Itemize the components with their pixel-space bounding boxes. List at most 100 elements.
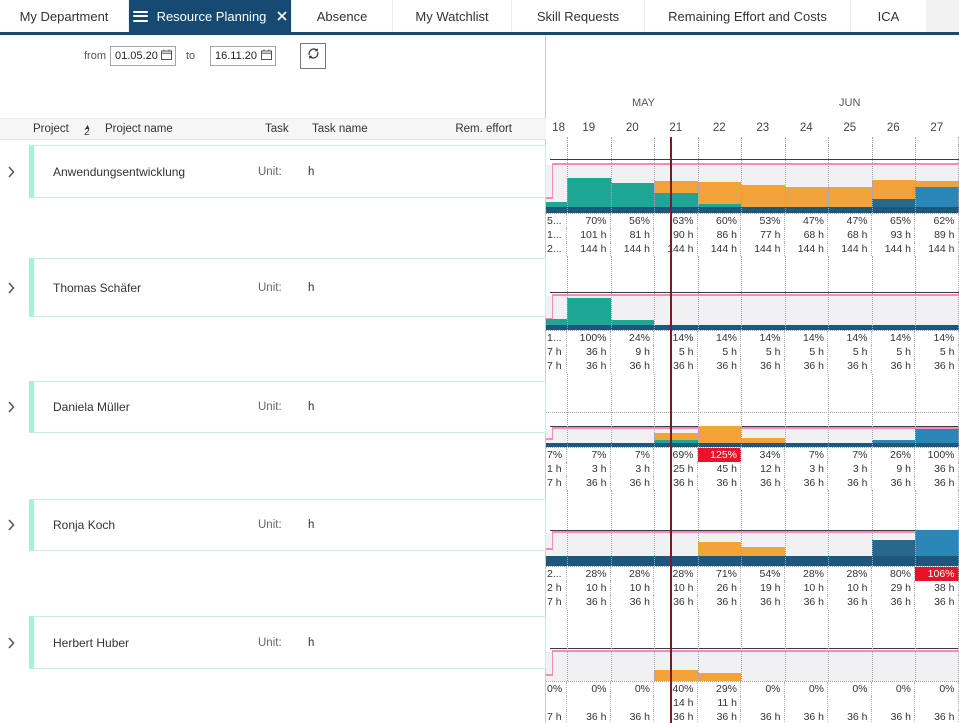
capaciti-cell: 36 h bbox=[567, 476, 611, 490]
percent-cell: 60% bbox=[698, 214, 742, 228]
capaciti-cell: 36 h bbox=[698, 710, 742, 723]
utilization-bar-segment bbox=[741, 547, 785, 556]
percent-cell: 7% bbox=[611, 448, 655, 462]
gridline-200pct bbox=[546, 412, 959, 413]
column-header-task-name[interactable]: Task name bbox=[312, 123, 368, 135]
unit-label: Unit: bbox=[258, 166, 282, 178]
percent-cell: 0% bbox=[546, 682, 567, 696]
capacity-row: 7 h36 h36 h36 h36 h36 h36 h36 h36 h36 h bbox=[546, 710, 959, 723]
utilization-bar-segment bbox=[872, 180, 916, 199]
expand-chevron-icon[interactable] bbox=[4, 401, 18, 413]
expand-chevron-icon[interactable] bbox=[4, 637, 18, 649]
resource-row[interactable]: Herbert Huber Unit: h bbox=[29, 616, 546, 669]
capacity-line-step bbox=[552, 650, 553, 676]
percent-cell: 26% bbox=[872, 448, 916, 462]
hours-cell: 89 h bbox=[915, 228, 959, 242]
grid-tick bbox=[741, 137, 742, 145]
week-label: 24 bbox=[785, 120, 829, 136]
capaciti-cell: 36 h bbox=[654, 359, 698, 373]
tab-label: Resource Planning bbox=[157, 9, 267, 24]
percent-cell: 14% bbox=[828, 331, 872, 345]
capaciti-cell: 144 h bbox=[698, 242, 742, 256]
percent-cell: 28% bbox=[785, 567, 829, 581]
capaciti-cell: 36 h bbox=[567, 710, 611, 723]
close-icon[interactable] bbox=[277, 11, 287, 21]
utilization-bar-segment bbox=[698, 673, 742, 681]
expand-chevron-icon[interactable] bbox=[4, 282, 18, 294]
utilization-bar-segment bbox=[546, 319, 567, 325]
column-header-task[interactable]: Task bbox=[265, 123, 289, 135]
tab-absence[interactable]: Absence bbox=[291, 0, 392, 32]
resource-row[interactable]: Daniela Müller Unit: h bbox=[29, 381, 546, 433]
column-gridline bbox=[611, 256, 612, 330]
resource-name: Ronja Koch bbox=[53, 518, 115, 532]
percent-cell: 24% bbox=[611, 331, 655, 345]
calendar-icon[interactable] bbox=[161, 49, 172, 63]
tab-ica[interactable]: ICA bbox=[850, 0, 926, 32]
column-header-rem-effort[interactable]: Rem. effort bbox=[455, 123, 512, 135]
percent-cell: 69% bbox=[654, 448, 698, 462]
percent-cell: 0% bbox=[915, 682, 959, 696]
hours-cell: 90 h bbox=[654, 228, 698, 242]
capaciti-cell: 36 h bbox=[828, 476, 872, 490]
unit-label: Unit: bbox=[258, 282, 282, 294]
column-gridline bbox=[611, 610, 612, 681]
date-to-input[interactable]: 16.11.20 bbox=[210, 46, 276, 66]
percent-cell: 0% bbox=[567, 682, 611, 696]
column-gridline bbox=[958, 145, 959, 213]
percent-cell: 28% bbox=[654, 567, 698, 581]
column-gridline bbox=[828, 490, 829, 566]
tab-my-watchlist[interactable]: My Watchlist bbox=[392, 0, 511, 32]
hours-cell: 1 h bbox=[546, 462, 567, 476]
utilization-bar-segment bbox=[785, 187, 829, 207]
column-header-project-name[interactable]: Project name bbox=[105, 123, 173, 135]
tab-remaining-effort[interactable]: Remaining Effort and Costs bbox=[644, 0, 850, 32]
expand-chevron-icon[interactable] bbox=[4, 519, 18, 531]
percent-cell: 53% bbox=[741, 214, 785, 228]
resource-row[interactable]: Anwendungsentwicklung Unit: h bbox=[29, 145, 546, 198]
tab-label: My Department bbox=[20, 9, 109, 24]
tab-resource-planning[interactable]: Resource Planning bbox=[128, 0, 291, 32]
capaciti-cell: 7 h bbox=[546, 476, 567, 490]
week-label: 27 bbox=[915, 120, 959, 136]
hours-row: 2 h10 h10 h10 h26 h19 h10 h10 h29 h38 h bbox=[546, 581, 959, 595]
percent-cell: 70% bbox=[567, 214, 611, 228]
column-gridline bbox=[915, 256, 916, 330]
hours-cell: 36 h bbox=[915, 462, 959, 476]
percent-cell: 7% bbox=[546, 448, 567, 462]
capaciti-cell: 36 h bbox=[698, 595, 742, 609]
date-to-value: 16.11.20 bbox=[215, 50, 257, 62]
refresh-button[interactable] bbox=[300, 43, 326, 69]
utilization-bar-segment bbox=[741, 185, 785, 207]
capacity-line bbox=[552, 427, 959, 429]
resource-row[interactable]: Ronja Koch Unit: h bbox=[29, 499, 546, 551]
resource-row[interactable]: Thomas Schäfer Unit: h bbox=[29, 258, 546, 317]
utilization-bar-segment bbox=[654, 670, 698, 681]
sort-indicator[interactable]: 2▲ bbox=[84, 123, 91, 134]
week-values-block: 5...70%56%63%60%53%47%47%65%62%1...101 h… bbox=[546, 213, 959, 255]
column-gridline bbox=[785, 374, 786, 447]
tab-skill-requests[interactable]: Skill Requests bbox=[511, 0, 644, 32]
calendar-icon[interactable] bbox=[261, 49, 272, 63]
hours-cell: 10 h bbox=[654, 581, 698, 595]
percent-cell: 14% bbox=[698, 331, 742, 345]
hamburger-icon[interactable] bbox=[133, 8, 148, 24]
capaciti-cell: 36 h bbox=[611, 359, 655, 373]
hours-cell: 10 h bbox=[785, 581, 829, 595]
date-from-input[interactable]: 01.05.20 bbox=[110, 46, 176, 66]
column-gridline bbox=[741, 374, 742, 447]
column-header-project[interactable]: Project bbox=[33, 123, 69, 135]
expand-chevron-icon[interactable] bbox=[4, 166, 18, 178]
unit-value: h bbox=[308, 519, 314, 531]
column-gridline bbox=[698, 374, 699, 447]
hours-cell: 45 h bbox=[698, 462, 742, 476]
grid-tick bbox=[958, 137, 959, 145]
tab-my-department[interactable]: My Department bbox=[0, 0, 128, 32]
capaciti-cell: 36 h bbox=[741, 595, 785, 609]
percent-cell: 2... bbox=[546, 567, 567, 581]
percent-cell: 7% bbox=[567, 448, 611, 462]
week-values-block: 2...28%28%28%71%54%28%28%80%106%2 h10 h1… bbox=[546, 566, 959, 608]
tab-bar: My Department Resource Planning Absence … bbox=[0, 0, 959, 35]
capaciti-cell: 7 h bbox=[546, 710, 567, 723]
column-gridline bbox=[698, 256, 699, 330]
